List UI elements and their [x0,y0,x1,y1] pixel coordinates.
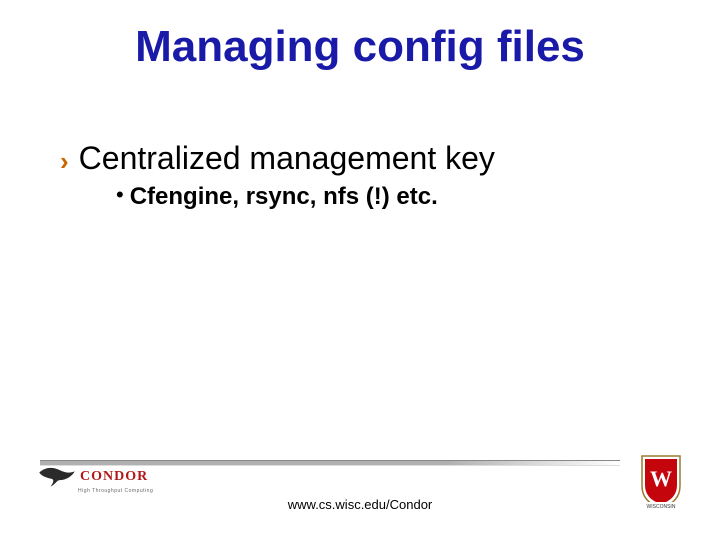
svg-text:W: W [650,466,672,491]
slide-title: Managing config files [0,22,720,72]
bullet-1-sub-1-text: Cfengine, rsync, nfs (!) etc. [130,183,438,211]
slide: Managing config files › Centralized mana… [0,0,720,540]
condor-bird-icon [38,466,76,488]
dot-icon: • [116,184,124,206]
bullet-1-sub-1: • Cfengine, rsync, nfs (!) etc. [116,183,660,211]
bullet-1: › Centralized management key [60,140,660,177]
bullet-1-text: Centralized management key [79,140,495,177]
chevron-icon: › [60,148,69,174]
footer-url: www.cs.wisc.edu/Condor [0,497,720,512]
condor-logo-subtext: High Throughput Computing [78,488,153,494]
condor-logo-text: CONDOR [80,469,148,485]
slide-body: › Centralized management key • Cfengine,… [60,140,660,211]
condor-logo: CONDOR [38,466,148,488]
